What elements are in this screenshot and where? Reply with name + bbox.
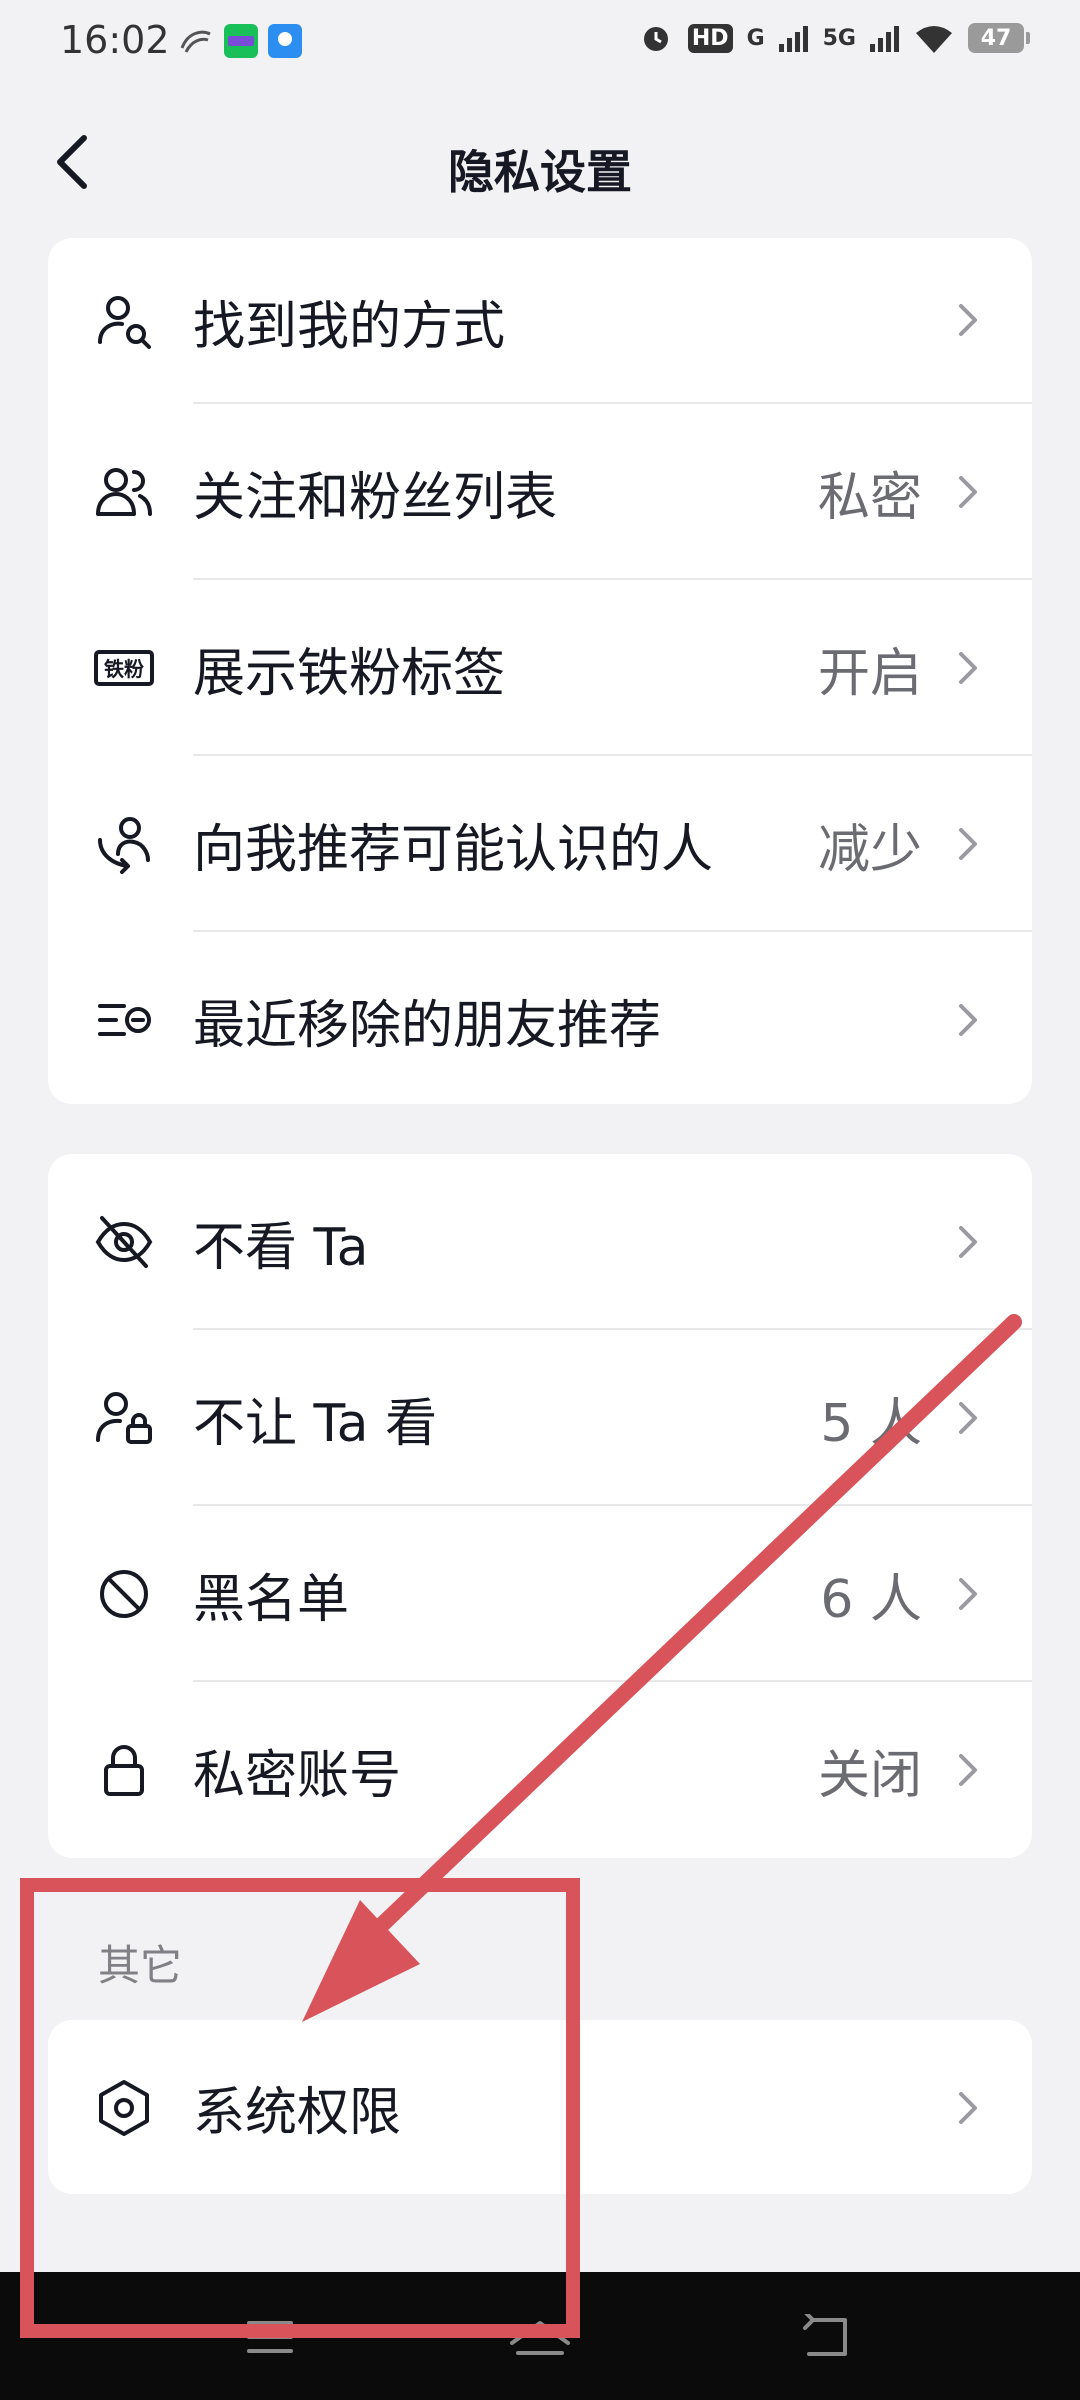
row-value: 关闭 [817, 1745, 922, 1806]
wifi-icon [916, 26, 952, 53]
signal-icon [778, 26, 808, 52]
page-title: 隐私设置 [448, 145, 632, 199]
alarm-icon [643, 27, 668, 51]
row-follow-list[interactable]: 关注和粉丝列表 私密 [48, 404, 1032, 580]
back-icon [803, 2314, 847, 2356]
person-search-icon [98, 296, 151, 349]
row-label: 黑名单 [193, 1569, 350, 1630]
row-value: 减少 [817, 819, 922, 880]
list-remove-icon [98, 1004, 151, 1036]
people-icon [96, 468, 152, 516]
row-label: 不看 Ta [193, 1217, 369, 1278]
row-dont-see[interactable]: 不看 Ta [48, 1154, 1032, 1330]
row-label: 最近移除的朋友推荐 [193, 995, 662, 1056]
chevron-right-icon [959, 828, 977, 860]
row-value: 6 人 [820, 1569, 922, 1630]
privacy-group-1: 找到我的方式 关注和粉丝列表 私密 铁粉 展示铁粉标签 开启 向我推荐可能认识的… [48, 238, 1032, 1104]
annotation-highlight-box [20, 1878, 580, 2338]
row-value: 开启 [817, 643, 922, 704]
signal-icon-2 [870, 26, 899, 52]
header: 隐私设置 [0, 100, 1080, 230]
chevron-right-icon [959, 476, 977, 508]
chevron-right-icon [959, 1754, 977, 1786]
row-label: 展示铁粉标签 [193, 643, 506, 704]
row-value: 5 人 [820, 1393, 922, 1454]
chevron-right-icon [959, 1578, 977, 1610]
network-label-g: G [746, 25, 765, 51]
iqiyi-app-icon [224, 24, 258, 58]
row-label: 不让 Ta 看 [193, 1393, 438, 1454]
row-value: 私密 [817, 467, 922, 528]
row-label: 关注和粉丝列表 [193, 467, 558, 528]
row-hide-from[interactable]: 不让 Ta 看 5 人 [48, 1330, 1032, 1506]
status-right-group: HD G 5G 47 [638, 20, 1030, 56]
badge-text: 铁粉 [104, 657, 144, 681]
block-icon [100, 1570, 148, 1618]
chevron-right-icon [959, 2092, 977, 2124]
nav-back-button[interactable] [786, 2302, 866, 2372]
chevron-right-icon [959, 304, 977, 336]
row-removed-recommend[interactable]: 最近移除的朋友推荐 [48, 932, 1032, 1104]
hd-label: HD [687, 23, 733, 53]
status-bar: 16:02 HD G 5G 47 [0, 0, 1080, 84]
battery-level: 47 [980, 25, 1012, 51]
row-blacklist[interactable]: 黑名单 6 人 [48, 1506, 1032, 1682]
row-label: 私密账号 [193, 1745, 402, 1806]
blue-app-icon [268, 24, 302, 58]
row-private-account[interactable]: 私密账号 关闭 [48, 1682, 1032, 1858]
eye-off-icon [95, 1216, 153, 1268]
network-label-5g: 5G [822, 25, 856, 51]
row-tiefen-badge[interactable]: 铁粉 展示铁粉标签 开启 [48, 580, 1032, 756]
row-label: 向我推荐可能认识的人 [193, 819, 714, 880]
person-lock-icon [96, 1392, 152, 1444]
chevron-right-icon [959, 1004, 977, 1036]
row-find-me[interactable]: 找到我的方式 [48, 238, 1032, 404]
recommend-person-icon [98, 817, 150, 874]
chevron-right-icon [959, 1226, 977, 1258]
chevron-right-icon [959, 1402, 977, 1434]
battery-indicator: 47 [968, 23, 1030, 53]
row-recommend-people[interactable]: 向我推荐可能认识的人 减少 [48, 756, 1032, 932]
chevron-right-icon [959, 652, 977, 684]
row-label: 找到我的方式 [193, 296, 506, 357]
privacy-group-2: 不看 Ta 不让 Ta 看 5 人 黑名单 6 人 私密账号 关闭 [48, 1154, 1032, 1858]
status-time: 16:02 [60, 18, 170, 62]
lock-icon [104, 1745, 144, 1796]
app-notification-icon [180, 30, 211, 53]
tiefen-badge-icon: 铁粉 [94, 650, 154, 686]
